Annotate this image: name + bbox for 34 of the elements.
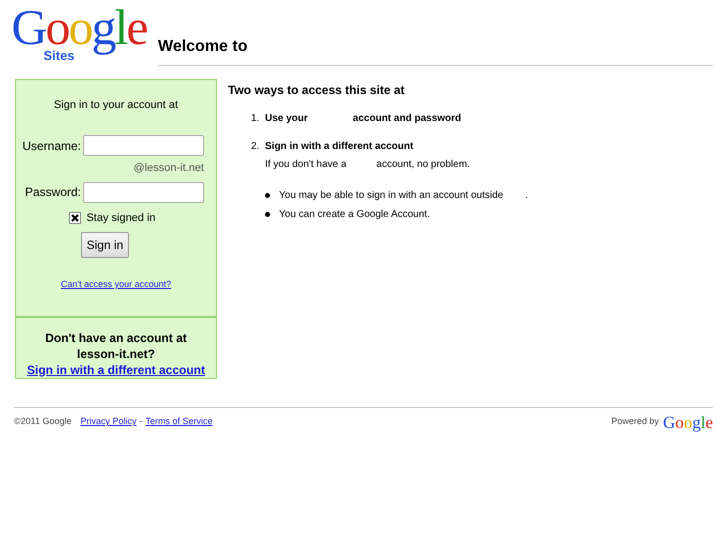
page-title: Welcome to (158, 36, 248, 56)
step-title: Sign in with a different account (265, 140, 414, 154)
step-title: account and password (352, 112, 462, 126)
no-account-text: Don't have an account at lesson-it.net? (44, 330, 188, 362)
footer-link[interactable]: Privacy Policy (80, 415, 137, 429)
signin-heading: Sign in to your account at (54, 98, 178, 112)
checkbox-label: Stay signed in (86, 210, 156, 226)
username-field[interactable] (83, 135, 204, 156)
check-icon (71, 214, 80, 222)
different-account-link[interactable]: Sign in with a different account (27, 362, 206, 378)
field-label: Username: (22, 138, 81, 154)
bullet-text: You can create a Google Account. (279, 208, 430, 222)
domain-suffix: @lesson-it.net (134, 161, 204, 176)
step-title: Use your (265, 112, 308, 126)
stay-signed-in-checkbox[interactable] (69, 212, 82, 224)
cant-access-link[interactable]: Can't access your account? (60, 278, 172, 292)
powered-by-text: Powered by (611, 415, 659, 428)
step-note: If you don't have a (265, 158, 346, 172)
link-separator: - (140, 415, 143, 428)
step-number: 1. (251, 112, 260, 126)
password-field[interactable] (83, 182, 204, 202)
access-title: Two ways to access this site at (228, 82, 406, 98)
bullet-text: You may be able to sign in with an account outside (279, 188, 504, 202)
footer-link[interactable]: Terms of Service (146, 415, 213, 429)
step-number: 2. (251, 140, 260, 154)
copyright-text: ©2011 Google (14, 415, 72, 428)
sites-label: Sites (43, 47, 75, 65)
step-note: account, no problem. (376, 158, 470, 172)
google-logo: Google (662, 414, 713, 430)
field-label: Password: (24, 184, 81, 201)
bullet-icon (265, 192, 270, 198)
bullet-icon (265, 212, 270, 216)
sign-in-button[interactable]: Sign in (80, 232, 130, 258)
bullet-text: . (525, 188, 528, 202)
